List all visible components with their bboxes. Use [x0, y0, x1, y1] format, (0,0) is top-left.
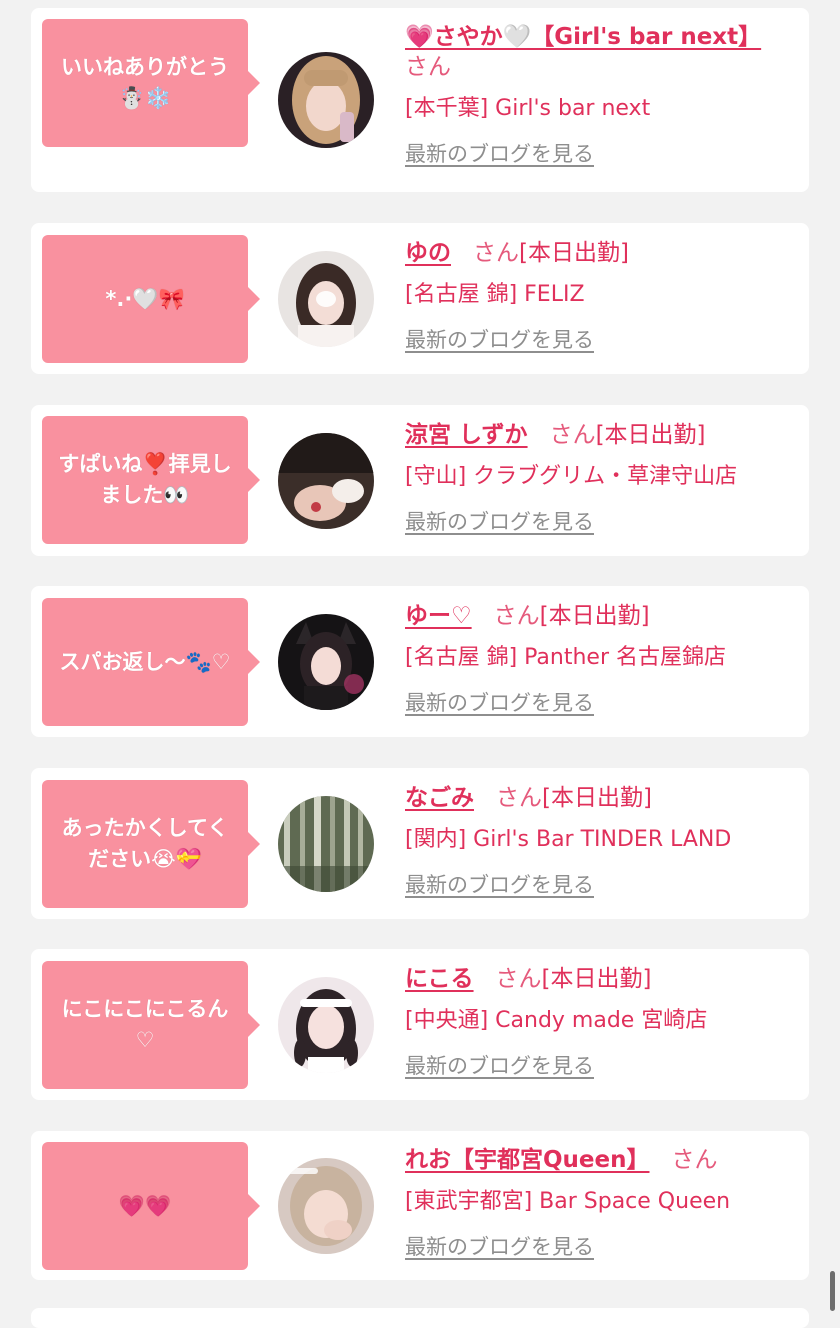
comment-bubble: あったかくしてく ださい😭💝	[42, 780, 260, 908]
cast-info: 涼宮 しずか さん[本日出勤] [守山] クラブグリム・草津守山店 最新のブログを…	[405, 420, 799, 536]
latest-blog-link[interactable]: 最新のブログを見る	[405, 689, 594, 717]
avatar[interactable]	[278, 433, 374, 529]
scrollbar[interactable]	[830, 1271, 835, 1311]
list-item-partial	[31, 1308, 809, 1328]
cast-info: なごみ さん[本日出勤] [関内] Girl's Bar TINDER LAND …	[405, 783, 799, 899]
list-item: いいねありがとう ☃️❄️ 💗さやか🤍【Girl's bar next】 さん …	[31, 8, 809, 192]
latest-blog-link[interactable]: 最新のブログを見る	[405, 1052, 594, 1080]
cast-name-link[interactable]: れお【宇都宮Queen】	[405, 1147, 650, 1173]
list-item: *.·🤍🎀 ゆの さん[本日出勤] [名古屋 錦] FELIZ 最新のブログを見る	[31, 223, 809, 374]
name-line: 涼宮 しずか さん[本日出勤]	[405, 420, 799, 450]
list-item: にこにこにこるん ♡ にこる さん[本日出勤] [中央通] Candy made …	[31, 949, 809, 1100]
name-line-2: さん	[405, 52, 799, 82]
cast-name-link[interactable]: 💗さやか🤍【Girl's bar next】	[405, 24, 761, 50]
cast-info: ゆの さん[本日出勤] [名古屋 錦] FELIZ 最新のブログを見る	[405, 238, 799, 354]
latest-blog-link[interactable]: 最新のブログを見る	[405, 871, 594, 899]
cast-name-link[interactable]: なごみ	[405, 785, 474, 811]
list-item: 💗💗 れお【宇都宮Queen】 さん [東武宇都宮] Bar Space Quee…	[31, 1131, 809, 1280]
latest-blog-link[interactable]: 最新のブログを見る	[405, 326, 594, 354]
shop-label: [守山] クラブグリム・草津守山店	[405, 464, 738, 489]
status-badge: [本日出勤]	[519, 240, 629, 266]
cast-info: れお【宇都宮Queen】 さん [東武宇都宮] Bar Space Queen 最…	[405, 1145, 799, 1261]
avatar-image	[278, 433, 374, 529]
avatar-image	[278, 614, 374, 710]
list-item: スパお返し〜🐾♡ ゆー♡ さん[本日出勤] [名古屋 錦] Panther 名古屋…	[31, 586, 809, 737]
honorific: さん	[496, 785, 542, 811]
name-line: ゆの さん[本日出勤]	[405, 238, 799, 268]
comment-bubble: 💗💗	[42, 1142, 260, 1270]
honorific: さん	[493, 603, 540, 629]
avatar[interactable]	[278, 796, 374, 892]
name-line: ゆー♡ さん[本日出勤]	[405, 601, 799, 631]
avatar[interactable]	[278, 251, 374, 347]
list-item: すぱいね❣️拝見し ました👀 涼宮 しずか さん[本日出勤] [守山] クラブグリ…	[31, 405, 809, 556]
honorific: さん	[473, 240, 519, 266]
avatar-image	[278, 251, 374, 347]
latest-blog-link[interactable]: 最新のブログを見る	[405, 508, 594, 536]
avatar-image	[278, 1158, 374, 1254]
name-line: 💗さやか🤍【Girl's bar next】	[405, 22, 799, 52]
shop-label: [名古屋 錦] FELIZ	[405, 282, 585, 307]
honorific: さん	[671, 1147, 718, 1173]
avatar-image	[278, 52, 374, 148]
avatar[interactable]	[278, 52, 374, 148]
name-line: れお【宇都宮Queen】 さん	[405, 1145, 799, 1175]
status-badge: [本日出勤]	[539, 603, 650, 629]
cast-info: ゆー♡ さん[本日出勤] [名古屋 錦] Panther 名古屋錦店 最新のブログ…	[405, 601, 799, 717]
cast-info: 💗さやか🤍【Girl's bar next】 さん [本千葉] Girl's b…	[405, 22, 799, 168]
cast-info: にこる さん[本日出勤] [中央通] Candy made 宮崎店 最新のブログを…	[405, 964, 799, 1080]
shop-label: [東武宇都宮] Bar Space Queen	[405, 1189, 731, 1214]
comment-bubble: *.·🤍🎀	[42, 235, 260, 363]
latest-blog-link[interactable]: 最新のブログを見る	[405, 140, 594, 168]
honorific: さん	[495, 966, 542, 992]
status-badge: [本日出勤]	[542, 785, 652, 811]
shop-label: [中央通] Candy made 宮崎店	[405, 1008, 708, 1033]
avatar[interactable]	[278, 614, 374, 710]
latest-blog-link[interactable]: 最新のブログを見る	[405, 1233, 594, 1261]
honorific: さん	[405, 54, 451, 80]
cast-name-link[interactable]: ゆの	[405, 240, 451, 266]
cast-name-link[interactable]: ゆー♡	[405, 603, 472, 629]
avatar-image	[278, 977, 374, 1073]
status-badge: [本日出勤]	[595, 422, 706, 448]
shop-label: [名古屋 錦] Panther 名古屋錦店	[405, 645, 726, 670]
comment-bubble: すぱいね❣️拝見し ました👀	[42, 416, 260, 544]
name-line: にこる さん[本日出勤]	[405, 964, 799, 994]
avatar[interactable]	[278, 977, 374, 1073]
avatar-image	[278, 796, 374, 892]
blog-reaction-list: いいねありがとう ☃️❄️ 💗さやか🤍【Girl's bar next】 さん …	[0, 0, 840, 1328]
status-badge: [本日出勤]	[541, 966, 652, 992]
comment-bubble: にこにこにこるん ♡	[42, 961, 260, 1089]
cast-name-link[interactable]: 涼宮 しずか	[405, 422, 528, 448]
comment-bubble: いいねありがとう ☃️❄️	[42, 19, 260, 147]
honorific: さん	[549, 422, 596, 448]
shop-label: [本千葉] Girl's bar next	[405, 96, 651, 121]
list-item: あったかくしてく ださい😭💝 なごみ さん[本日出勤] [関内] Girl's B…	[31, 768, 809, 919]
name-line: なごみ さん[本日出勤]	[405, 783, 799, 813]
cast-name-link[interactable]: にこる	[405, 966, 474, 992]
comment-bubble: スパお返し〜🐾♡	[42, 598, 260, 726]
shop-label: [関内] Girl's Bar TINDER LAND	[405, 827, 732, 852]
avatar[interactable]	[278, 1158, 374, 1254]
